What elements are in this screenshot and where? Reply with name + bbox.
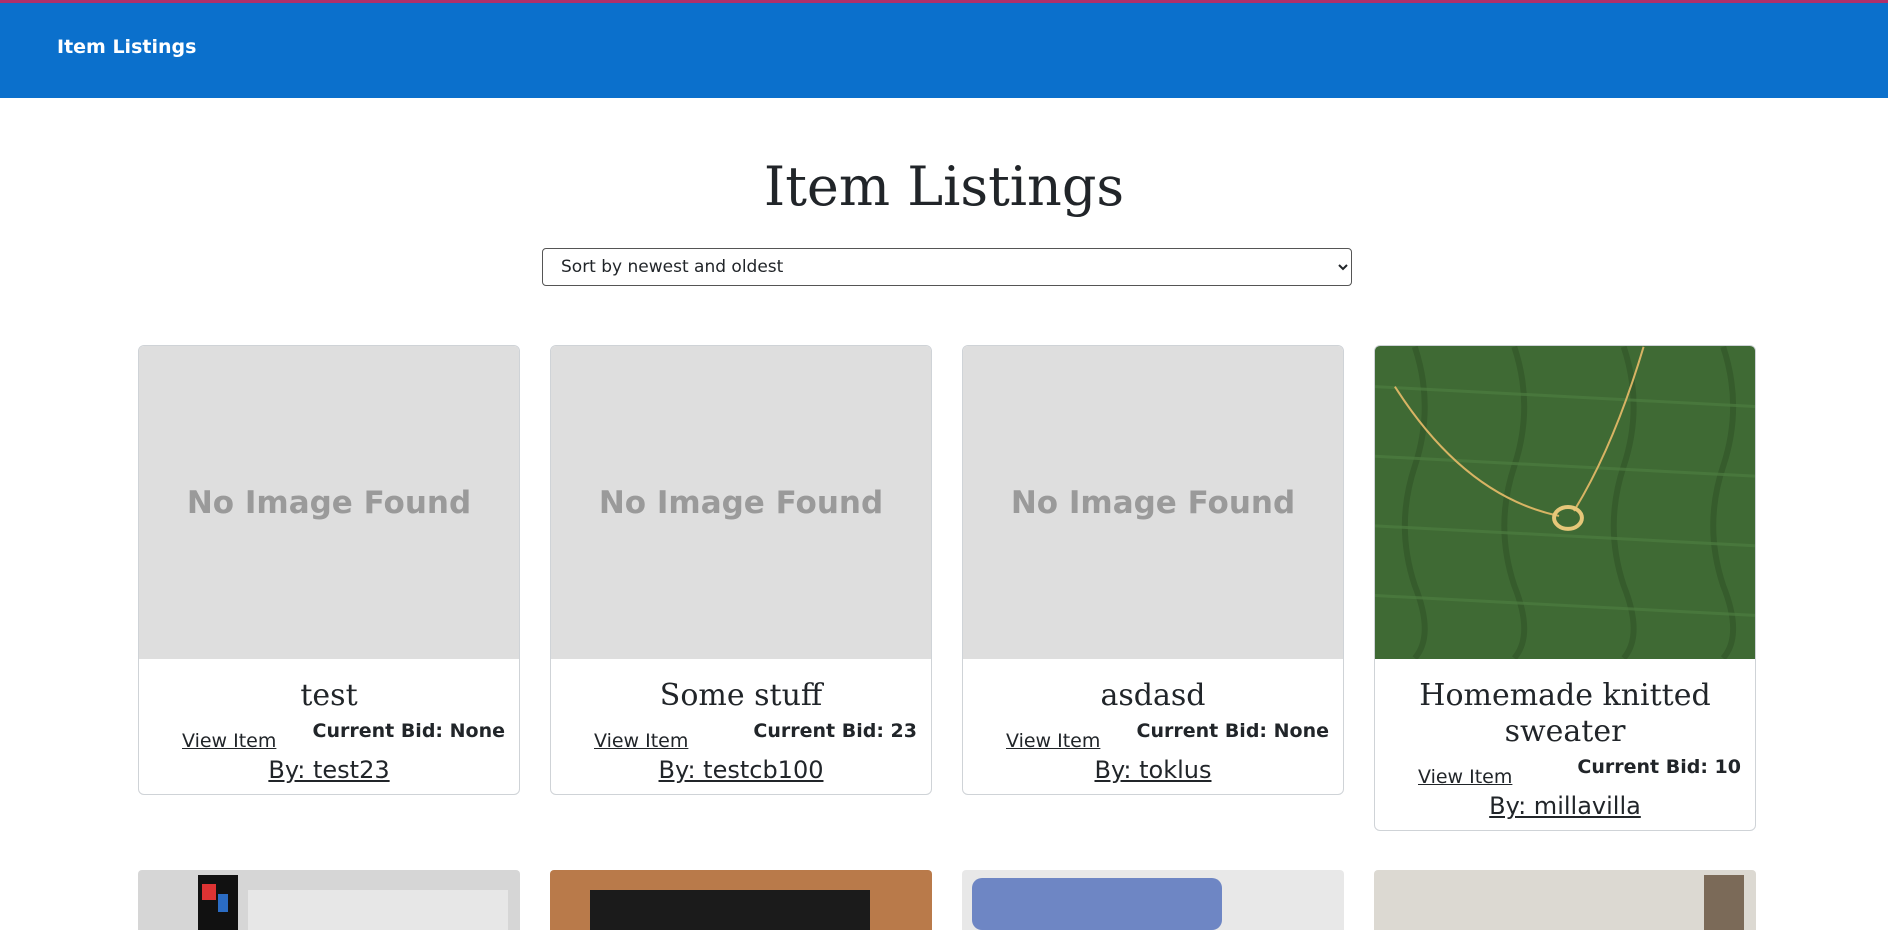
seller-link[interactable]: By: millavilla <box>1383 792 1747 830</box>
listing-card: Homemade knitted sweater View Item Curre… <box>1374 345 1756 831</box>
listing-title: asdasd <box>1100 678 1206 713</box>
navbar-brand-link[interactable]: Item Listings <box>57 36 196 58</box>
current-bid: Current Bid: None <box>312 720 506 742</box>
listing-image-placeholder: No Image Found <box>551 346 931 659</box>
no-image-text: No Image Found <box>1010 484 1296 521</box>
listing-title: test <box>300 678 358 713</box>
current-bid: Current Bid: 10 <box>1577 756 1741 778</box>
listing-card: No Image Found Some stuff View Item Curr… <box>550 345 932 795</box>
view-item-link[interactable]: View Item <box>1006 730 1100 752</box>
no-image-text: No Image Found <box>186 484 472 521</box>
listing-image-placeholder: No Image Found <box>139 346 519 659</box>
view-item-link[interactable]: View Item <box>594 730 688 752</box>
seller-link[interactable]: By: test23 <box>147 756 511 794</box>
current-bid: Current Bid: 23 <box>753 720 917 742</box>
page-title: Item Listings <box>763 155 1125 218</box>
listing-thumbnail <box>962 870 1344 930</box>
view-item-link[interactable]: View Item <box>182 730 276 752</box>
sofa-photo-icon <box>972 878 1222 930</box>
navbar: Item Listings <box>0 3 1888 98</box>
sweater-photo-icon <box>1375 346 1755 659</box>
no-image-text: No Image Found <box>598 484 884 521</box>
seller-link[interactable]: By: testcb100 <box>559 756 923 794</box>
sort-select[interactable]: Sort by newest and oldest <box>542 248 1352 286</box>
listing-image <box>1375 346 1755 659</box>
monitor-photo-icon <box>590 890 870 930</box>
listing-card: No Image Found test View Item Current Bi… <box>138 345 520 795</box>
listing-thumbnail <box>1374 870 1756 930</box>
playstation-poster-icon <box>198 875 508 930</box>
listing-card: No Image Found asdasd View Item Current … <box>962 345 1344 795</box>
seller-link[interactable]: By: toklus <box>971 756 1335 794</box>
view-item-link[interactable]: View Item <box>1418 766 1512 788</box>
current-bid: Current Bid: None <box>1136 720 1330 742</box>
listing-title: Homemade knitted sweater <box>1419 678 1711 749</box>
listing-thumbnail <box>138 870 520 930</box>
room-photo-icon <box>1704 875 1744 930</box>
listing-title: Some stuff <box>659 678 823 713</box>
listing-image-placeholder: No Image Found <box>963 346 1343 659</box>
listing-thumbnail <box>550 870 932 930</box>
